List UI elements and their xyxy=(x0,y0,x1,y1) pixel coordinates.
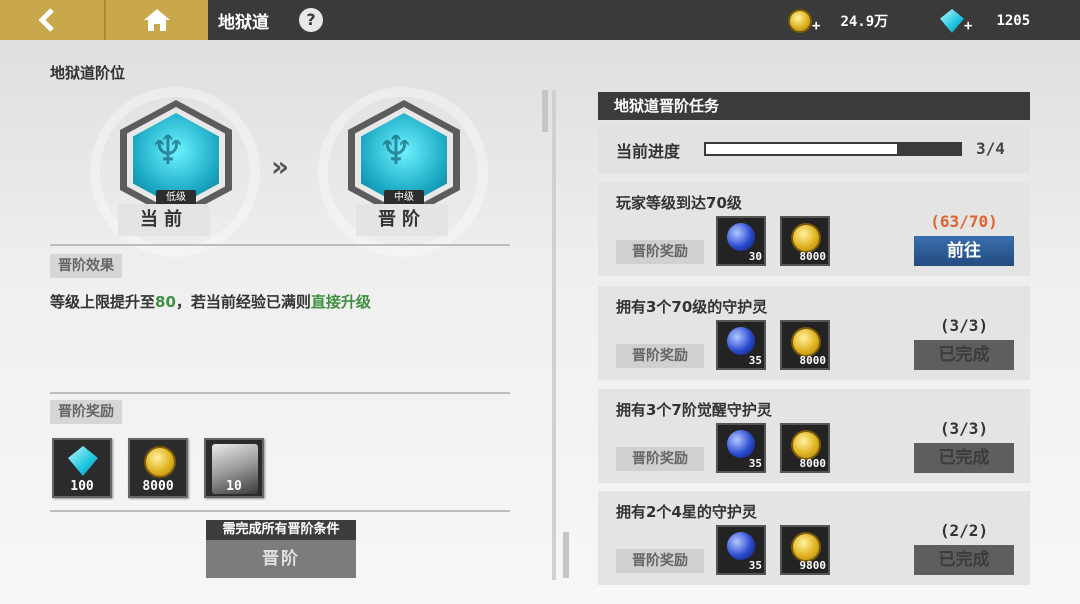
blue-orb-icon xyxy=(727,327,755,355)
reward-count: 30 xyxy=(748,250,762,263)
effect-part: ，若当前经验已满则 xyxy=(175,293,311,311)
gold-add-icon: + xyxy=(812,18,821,34)
progress-bar-remainder xyxy=(896,144,960,154)
task-count: (2/2) xyxy=(939,521,989,540)
task-title: 拥有3个7阶觉醒守护灵 xyxy=(616,401,772,419)
effect-text: 等级上限提升至80，若当前经验已满则直接升级 xyxy=(50,291,371,312)
top-bar: 地狱道 ? + 24.9万 + 1205 xyxy=(0,0,1080,40)
progress-bar xyxy=(704,142,962,156)
go-button[interactable]: 前往 xyxy=(914,236,1014,266)
gem-icon xyxy=(940,9,964,33)
blue-orb-icon xyxy=(727,532,755,560)
right-scrollbar[interactable] xyxy=(563,532,569,578)
gold-coin-icon xyxy=(791,532,821,562)
task-count: (63/70) xyxy=(930,212,998,231)
task-header: 地狱道晋阶任务 xyxy=(598,92,1030,120)
task-reward-orb[interactable]: 35 xyxy=(716,320,766,370)
task-count: (3/3) xyxy=(939,419,989,438)
reward-count: 10 xyxy=(226,479,242,494)
task-reward-gold[interactable]: 9800 xyxy=(780,525,830,575)
reward-count: 100 xyxy=(70,479,94,494)
gem-amount: 1205 xyxy=(996,13,1031,29)
divider xyxy=(50,244,510,246)
rank-title: 地狱道阶位 xyxy=(50,64,126,82)
home-icon xyxy=(144,9,170,31)
advance-arrow-icon: » xyxy=(271,150,289,183)
left-scrollbar[interactable] xyxy=(542,90,548,132)
task-reward-gold[interactable]: 8000 xyxy=(780,320,830,370)
effect-level-value: 80 xyxy=(155,293,176,311)
effect-tag: 晋阶效果 xyxy=(50,254,122,278)
back-arrow-icon xyxy=(38,8,54,32)
task-reward-gold[interactable]: 8000 xyxy=(780,423,830,473)
reward-count: 8000 xyxy=(799,354,827,367)
back-button[interactable] xyxy=(0,0,104,40)
gold-amount: 24.9万 xyxy=(840,14,889,30)
task-reward-tag: 晋阶奖励 xyxy=(616,344,704,368)
divider xyxy=(50,392,510,394)
task-count: (3/3) xyxy=(939,316,989,335)
blue-orb-icon xyxy=(727,430,755,458)
completed-button[interactable]: 已完成 xyxy=(914,443,1014,473)
task-reward-orb[interactable]: 35 xyxy=(716,423,766,473)
task-reward-tag: 晋阶奖励 xyxy=(616,549,704,573)
effect-part: 等级上限提升至 xyxy=(50,293,156,311)
effect-highlight: 直接升级 xyxy=(310,293,371,311)
task-reward-tag: 晋阶奖励 xyxy=(616,447,704,471)
gem-currency[interactable]: + 1205 xyxy=(940,8,1030,34)
current-label: 当前 xyxy=(118,204,210,236)
task-title: 玩家等级到达70级 xyxy=(616,194,742,212)
reward-count: 9800 xyxy=(799,559,827,572)
reward-tag: 晋阶奖励 xyxy=(50,400,122,424)
divider xyxy=(50,510,510,512)
panel-separator xyxy=(552,90,556,580)
gold-coin-icon xyxy=(791,430,821,460)
advance-button[interactable]: 晋阶 xyxy=(206,540,356,578)
home-button[interactable] xyxy=(104,0,208,40)
reward-count: 35 xyxy=(748,354,762,367)
blue-orb-icon xyxy=(727,223,755,251)
dragon-emblem-icon: ♆ xyxy=(378,128,414,174)
gold-coin-icon xyxy=(791,223,821,253)
completed-button[interactable]: 已完成 xyxy=(914,340,1014,370)
reward-count: 8000 xyxy=(799,250,827,263)
gold-coin-icon xyxy=(791,327,821,357)
gold-coin-icon xyxy=(788,9,812,33)
reward-count: 35 xyxy=(748,457,762,470)
task-title: 拥有2个4星的守护灵 xyxy=(616,503,757,521)
next-label: 晋阶 xyxy=(356,204,448,236)
reward-item-gold[interactable]: 8000 xyxy=(128,438,188,498)
page-title: 地狱道 xyxy=(218,13,269,33)
gold-currency[interactable]: + 24.9万 xyxy=(788,8,888,34)
reward-count: 8000 xyxy=(142,479,174,494)
progress-label: 当前进度 xyxy=(616,142,681,161)
progress-panel: 当前进度 3/4 xyxy=(598,125,1030,173)
task-reward-gold[interactable]: 8000 xyxy=(780,216,830,266)
completed-button[interactable]: 已完成 xyxy=(914,545,1014,575)
task-card: 拥有2个4星的守护灵 晋阶奖励 35 9800 (2/2) 已完成 xyxy=(598,491,1030,585)
task-reward-tag: 晋阶奖励 xyxy=(616,240,704,264)
gold-coin-icon xyxy=(144,446,176,478)
gem-icon xyxy=(68,446,98,476)
task-title: 拥有3个70级的守护灵 xyxy=(616,298,768,316)
dragon-emblem-icon: ♆ xyxy=(150,128,186,174)
task-reward-orb[interactable]: 35 xyxy=(716,525,766,575)
reward-count: 35 xyxy=(748,559,762,572)
help-button[interactable]: ? xyxy=(299,8,323,32)
task-card: 拥有3个7阶觉醒守护灵 晋阶奖励 35 8000 (3/3) 已完成 xyxy=(598,389,1030,483)
progress-text: 3/4 xyxy=(976,139,1005,158)
current-rank-badge: ♆ 低级 xyxy=(120,100,232,220)
task-reward-orb[interactable]: 30 xyxy=(716,216,766,266)
reward-item-gem[interactable]: 100 xyxy=(52,438,112,498)
task-card: 拥有3个70级的守护灵 晋阶奖励 35 8000 (3/3) 已完成 xyxy=(598,286,1030,380)
reward-item-character[interactable]: 10 xyxy=(204,438,264,498)
task-card: 玩家等级到达70级 晋阶奖励 30 8000 (63/70) 前往 xyxy=(598,182,1030,276)
next-rank-badge: ♆ 中级 xyxy=(348,100,460,220)
gem-add-icon: + xyxy=(964,18,973,34)
requirement-note: 需完成所有晋阶条件 xyxy=(206,520,356,540)
reward-count: 8000 xyxy=(799,457,827,470)
